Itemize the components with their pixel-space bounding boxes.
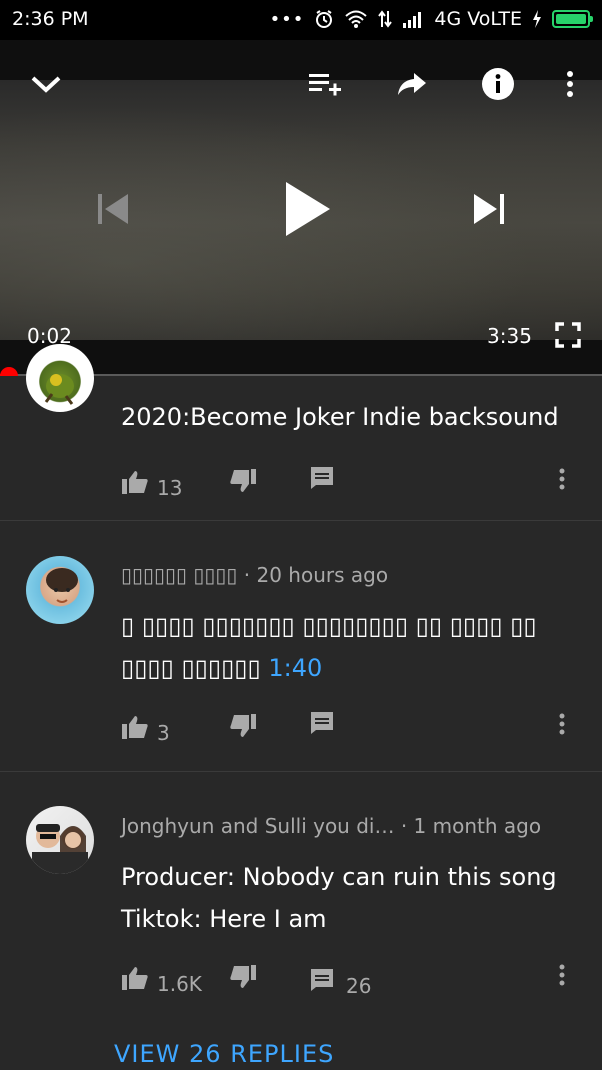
dislike-button[interactable] [229,468,257,494]
collapse-button[interactable] [28,68,64,100]
avatar[interactable] [26,344,94,412]
comment-text: Producer: Nobody can ruin this song Tikt… [121,856,581,940]
status-icons: ••• 4G VoLTE [269,8,593,30]
info-button[interactable] [480,68,516,100]
comment-more-button[interactable] [559,468,565,494]
comment-more-button[interactable] [559,713,565,739]
reply-button[interactable] [310,466,334,490]
add-to-queue-button[interactable] [305,68,345,100]
previous-button[interactable] [96,192,130,230]
like-count: 3 [157,721,170,745]
avatar[interactable] [26,806,94,874]
playback-controls [0,180,602,240]
play-button[interactable] [282,180,332,242]
charging-icon [533,10,541,28]
thumbs-down-icon [230,714,256,737]
comment-item: 2020:Become Joker Indie backsound 13 [0,344,602,520]
more-vert-icon [567,71,573,97]
share-button[interactable] [394,68,430,100]
add-to-queue-icon [309,74,341,96]
child-avatar-icon [46,568,78,603]
comment-meta: Jonghyun and Sulli you di… · 1 month ago [121,814,541,838]
comment-item: Jonghyun and Sulli you di… · 1 month ago… [0,772,602,1070]
reply-icon [311,712,333,734]
comment-text-line: Tiktok: Here I am [121,905,327,933]
comment-age: · 1 month ago [400,814,542,838]
battery-icon [552,10,593,28]
status-bar: 2:36 PM ••• 4G VoLTE [0,0,602,40]
reply-icon [311,467,333,489]
alarm-icon [316,10,333,28]
comment-text-line: Producer: Nobody can ruin this song [121,863,557,891]
data-arrows-icon [378,10,393,28]
dots-icon: ••• [269,8,305,30]
thumbs-down-icon [230,469,256,492]
thumbs-up-icon [122,716,148,739]
more-vert-icon [559,964,565,986]
more-options-button[interactable] [560,68,580,100]
comment-text: 2020:Become Joker Indie backsound [121,403,559,431]
thumbs-up-icon [122,967,148,990]
comment-text: ▯ ▯▯▯▯ ▯▯▯▯▯▯▯ ▯▯▯▯▯▯▯▯ ▯▯ ▯▯▯▯ ▯▯ ▯▯▯▯ … [121,605,581,689]
more-vert-icon [559,468,565,490]
like-button[interactable]: 1.6K [121,960,202,996]
video-player[interactable]: 0:02 3:35 [0,40,602,376]
comment-meta: ▯▯▯▯▯▯ ▯▯▯▯ · 20 hours ago [121,563,388,587]
view-replies-link[interactable]: VIEW 26 REPLIES [114,1040,334,1068]
progress-knob[interactable] [0,367,18,376]
like-count: 1.6K [157,972,202,996]
like-button[interactable]: 3 [121,709,170,745]
network-label: 4G VoLTE [434,8,522,30]
reply-button[interactable]: 26 [310,962,371,998]
comment-author[interactable]: ▯▯▯▯▯▯ ▯▯▯▯ [121,563,237,587]
couple-avatar-icon [32,824,88,874]
comment-item: ▯▯▯▯▯▯ ▯▯▯▯ · 20 hours ago ▯ ▯▯▯▯ ▯▯▯▯▯▯… [0,521,602,771]
comment-more-button[interactable] [559,964,565,990]
dislike-button[interactable] [229,713,257,739]
fullscreen-button[interactable] [555,322,581,352]
comment-actions: 13 [121,464,591,500]
avatar[interactable] [26,556,94,624]
comment-author[interactable]: Jonghyun and Sulli you di… [121,814,394,838]
comment-text-content: ▯ ▯▯▯▯ ▯▯▯▯▯▯▯ ▯▯▯▯▯▯▯▯ ▯▯ ▯▯▯▯ ▯▯ ▯▯▯▯ … [121,612,537,682]
dislike-button[interactable] [229,964,257,990]
parrot-avatar-icon [44,374,74,405]
play-icon [286,182,330,236]
info-icon [482,68,514,100]
more-vert-icon [559,713,565,735]
thumbs-up-icon [122,471,148,494]
collapse-chevron-icon [31,76,61,93]
reply-button[interactable] [310,711,334,735]
wifi-icon [345,10,368,28]
fullscreen-icon [555,322,581,348]
comment-actions: 3 [121,709,591,745]
status-time: 2:36 PM [12,8,89,30]
like-count: 13 [157,476,183,500]
like-button[interactable]: 13 [121,464,182,500]
comment-age: · 20 hours ago [243,563,389,587]
signal-icon [403,12,422,28]
next-icon [474,194,504,224]
thumbs-down-icon [230,965,256,988]
timestamp-link[interactable]: 1:40 [268,654,322,682]
reply-icon [311,969,333,991]
share-icon [398,73,426,95]
duration-time: 3:35 [487,324,532,348]
reply-count: 26 [346,974,372,998]
previous-icon [98,194,128,224]
comment-actions: 1.6K 26 [121,960,591,998]
next-button[interactable] [472,192,506,230]
